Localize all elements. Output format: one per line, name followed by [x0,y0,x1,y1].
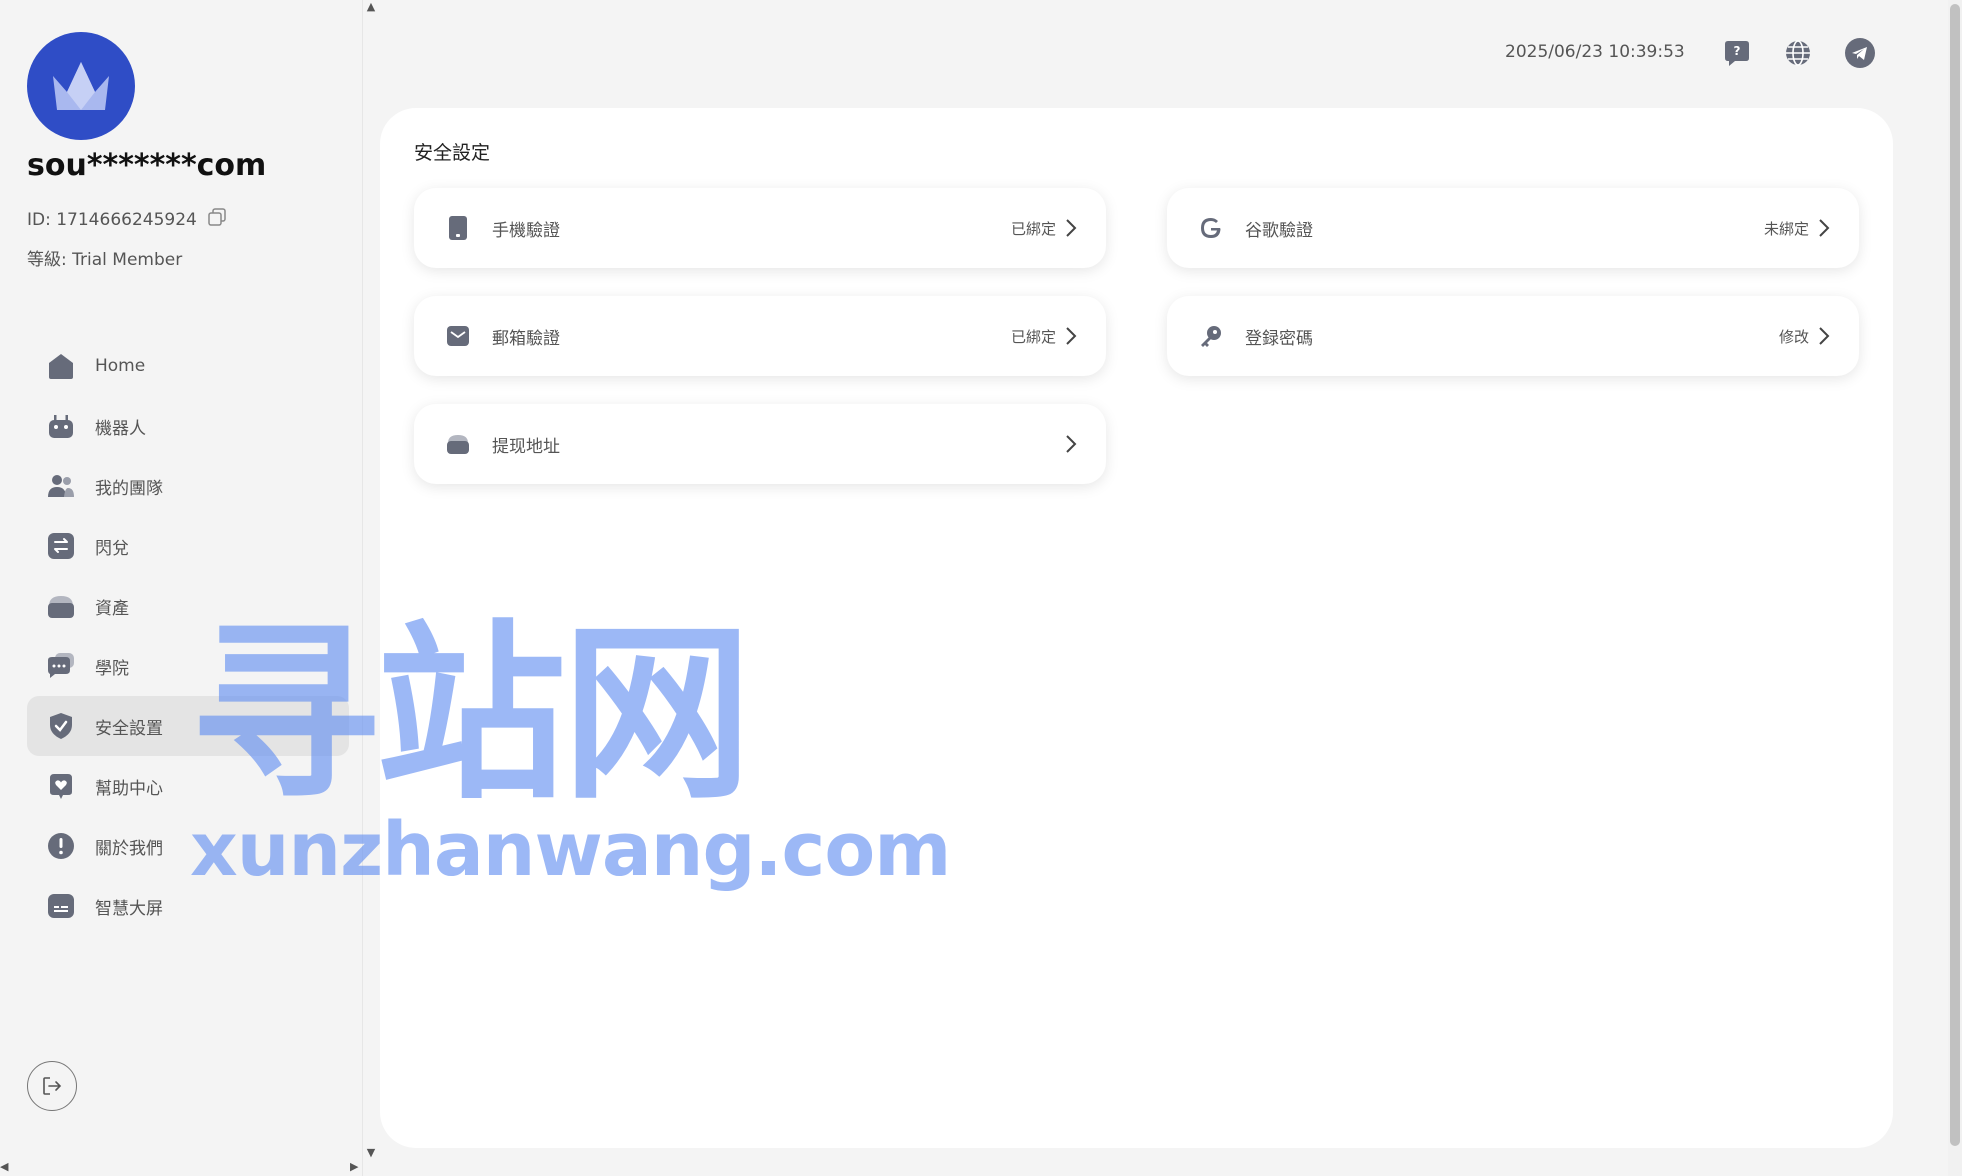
sidebar-item-label: 智慧大屏 [95,898,163,919]
setting-label: 郵箱驗證 [492,328,560,349]
sidebar-item-exchange[interactable]: 閃兌 [27,516,349,576]
chevron-right-icon [1064,326,1078,346]
scroll-down-arrow-icon[interactable]: ▼ [364,1146,378,1160]
scroll-right-arrow-icon[interactable]: ▶ [350,1160,364,1176]
wallet-icon [47,592,75,620]
withdraw-address-item[interactable]: 提现地址 [414,404,1106,484]
user-id: ID: 1714666245924 [27,209,197,230]
scroll-left-arrow-icon[interactable]: ◀ [0,1160,14,1176]
sidebar-item-label: 資產 [95,598,129,619]
sidebar-item-home[interactable]: Home [27,336,349,396]
user-level: 等級: Trial Member [27,250,183,270]
sidebar-item-academy[interactable]: 學院 [27,636,349,696]
info-icon [47,832,75,860]
chevron-right-icon [1817,218,1831,238]
sidebar-item-label: Home [95,356,146,376]
security-settings-card: 安全設定 手機驗證 已綁定 谷歌驗證 未綁定 郵箱驗證 已綁定 登録密碼 修改 … [380,108,1893,1148]
sidebar-item-assets[interactable]: 資產 [27,576,349,636]
avatar[interactable] [27,32,135,140]
setting-label: 谷歌驗證 [1245,220,1313,241]
sidebar-item-label: 機器人 [95,418,146,439]
email-verification-item[interactable]: 郵箱驗證 已綁定 [414,296,1106,376]
sidebar-item-label: 閃兌 [95,538,129,559]
logout-icon [43,1077,62,1095]
setting-status: 修改 [1778,327,1809,346]
screen-icon [47,892,75,920]
copy-icon[interactable] [207,207,227,232]
crown-icon [53,62,109,110]
question-chat-icon: ? [1725,41,1749,66]
page-scrollbar-thumb[interactable] [1950,4,1960,1146]
sidebar-item-team[interactable]: 我的團隊 [27,456,349,516]
sidebar-item-robot[interactable]: 機器人 [27,396,349,456]
exchange-icon [47,532,75,560]
sidebar-item-label: 我的團隊 [95,478,163,499]
sidebar-item-label: 安全設置 [95,718,163,739]
key-icon [1199,324,1223,348]
wallet-icon [446,432,470,456]
chevron-right-icon [1817,326,1831,346]
sidebar-item-label: 學院 [95,658,129,679]
setting-label: 提现地址 [492,436,560,457]
sidebar-nav: Home 機器人 我的團隊 閃兌 資產 學院 安全設置 幫助中心 關於我們 智慧… [27,336,349,936]
telegram-button[interactable] [1845,38,1875,68]
setting-status: 已綁定 [1010,219,1056,238]
sidebar-item-about[interactable]: 關於我們 [27,816,349,876]
globe-icon [1786,40,1810,66]
svg-text:?: ? [1734,44,1741,58]
sidebar: sou*******com ID: 1714666245924 等級: Tria… [0,0,362,1176]
phone-verification-item[interactable]: 手機驗證 已綁定 [414,188,1106,268]
page-title: 安全設定 [414,142,491,164]
chevron-right-icon [1064,218,1078,238]
username: sou*******com [27,148,267,183]
scroll-up-arrow-icon[interactable]: ▲ [364,0,378,14]
telegram-icon [1845,38,1875,68]
setting-label: 登録密碼 [1245,328,1313,349]
current-datetime: 2025/06/23 10:39:53 [1505,42,1685,62]
setting-status: 已綁定 [1010,327,1056,346]
home-icon [47,352,75,380]
sidebar-item-dashboard[interactable]: 智慧大屏 [27,876,349,936]
sidebar-item-label: 幫助中心 [95,778,163,799]
phone-icon [446,216,470,240]
google-verification-item[interactable]: 谷歌驗證 未綁定 [1167,188,1859,268]
chat-icon [47,652,75,680]
help-chat-button[interactable]: ? [1722,38,1752,68]
setting-status: 未綁定 [1763,219,1809,238]
help-heart-icon [47,772,75,800]
login-password-item[interactable]: 登録密碼 修改 [1167,296,1859,376]
language-button[interactable] [1783,38,1813,68]
chevron-right-icon [1064,434,1078,454]
team-icon [47,472,75,500]
mail-icon [446,324,470,348]
sidebar-item-help[interactable]: 幫助中心 [27,756,349,816]
sidebar-scrollbar[interactable] [362,0,380,1176]
google-icon [1199,216,1223,240]
setting-label: 手機驗證 [492,220,560,241]
sidebar-item-security[interactable]: 安全設置 [27,696,349,756]
logout-button[interactable] [27,1061,77,1111]
robot-icon [47,412,75,440]
user-id-row: ID: 1714666245924 [27,207,227,232]
shield-icon [47,712,75,740]
sidebar-item-label: 關於我們 [95,838,163,859]
